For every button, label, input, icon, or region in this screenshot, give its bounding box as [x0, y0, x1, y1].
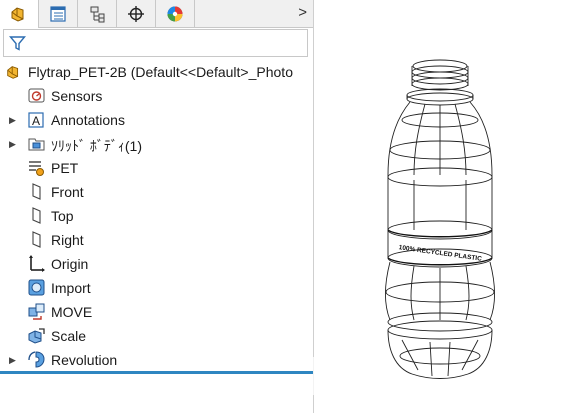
- tree-item-annotations[interactable]: ▶ A Annotations: [0, 109, 313, 131]
- revolve-icon: [28, 351, 45, 368]
- manager-tab-bar: >: [0, 0, 313, 28]
- tree-item-label: Top: [51, 208, 74, 224]
- dimxpert-icon: [128, 5, 144, 22]
- tree-item-revolution[interactable]: ▶ Revolution: [0, 349, 313, 371]
- expand-arrow-icon[interactable]: ▶: [9, 133, 17, 155]
- tree-item-label: Annotations: [51, 112, 125, 128]
- tree-item-top-plane[interactable]: Top: [0, 205, 313, 227]
- tree-item-label: ｿﾘｯﾄﾞ ﾎﾞﾃﾞｨ(1): [51, 138, 142, 154]
- tree-item-import[interactable]: Import: [0, 277, 313, 299]
- tree-item-material[interactable]: PET: [0, 157, 313, 179]
- scale-icon: [28, 328, 45, 344]
- display-manager-icon: [167, 6, 183, 21]
- display-manager-tab[interactable]: [156, 0, 195, 27]
- expand-arrow-icon[interactable]: ▶: [9, 349, 17, 371]
- tree-root-part[interactable]: Flytrap_PET-2B (Default<<Default>_Photo: [5, 62, 293, 82]
- tree-item-scale[interactable]: Scale: [0, 325, 313, 347]
- tree-root-label: Flytrap_PET-2B (Default<<Default>_Photo: [28, 64, 293, 80]
- propertymanager-icon: [50, 5, 66, 22]
- featuremanager-tab[interactable]: [0, 0, 39, 28]
- plane-icon: [32, 231, 41, 248]
- feature-manager-panel: > Flytrap_PET-2B (Default<<Default>_Phot…: [0, 0, 314, 413]
- filter-icon[interactable]: [9, 35, 26, 52]
- tree-item-label: Revolution: [51, 352, 118, 368]
- graphics-viewport[interactable]: 100% RECYCLED PLASTIC: [314, 0, 568, 413]
- material-icon: [29, 161, 44, 176]
- tree-item-sensors[interactable]: Sensors: [0, 85, 313, 107]
- tree-item-front-plane[interactable]: Front: [0, 181, 313, 203]
- tab-scroll-right-button[interactable]: >: [298, 4, 307, 21]
- plane-icon: [32, 183, 41, 200]
- expand-arrow-icon[interactable]: ▶: [9, 109, 17, 131]
- dimxpert-tab[interactable]: [117, 0, 156, 27]
- move-copy-icon: [28, 303, 45, 320]
- tree-item-label: Front: [51, 184, 84, 200]
- tree-item-label: Origin: [51, 256, 89, 272]
- tree-item-label: PET: [51, 160, 79, 176]
- svg-text:A: A: [32, 114, 40, 128]
- tree-item-label: Sensors: [51, 88, 103, 104]
- tree-item-label: Right: [51, 232, 84, 248]
- annotations-icon: A: [28, 112, 44, 128]
- tree-item-solid-bodies[interactable]: ▶ ｿﾘｯﾄﾞ ﾎﾞﾃﾞｨ(1): [0, 133, 313, 155]
- bottle-model: 100% RECYCLED PLASTIC: [385, 59, 495, 379]
- sensors-icon: [28, 88, 45, 103]
- propertymanager-tab[interactable]: [39, 0, 78, 27]
- plane-icon: [32, 207, 41, 224]
- solid-bodies-icon: [28, 138, 45, 151]
- origin-icon: [29, 255, 45, 272]
- part-icon: [7, 66, 19, 79]
- imported-body-icon: [28, 279, 45, 296]
- featuremanager-icon: [11, 7, 24, 22]
- tree-item-label: Scale: [51, 328, 87, 344]
- feature-tree-filter[interactable]: [3, 29, 308, 57]
- bottle-label-text: 100% RECYCLED PLASTIC: [398, 244, 482, 263]
- tree-item-origin[interactable]: Origin: [0, 253, 313, 275]
- rollback-bar[interactable]: [0, 371, 313, 374]
- configurationmanager-icon: [90, 6, 105, 22]
- configurationmanager-tab[interactable]: [78, 0, 117, 27]
- tree-item-label: MOVE: [51, 304, 93, 320]
- tree-item-label: Import: [51, 280, 91, 296]
- tree-item-move[interactable]: MOVE: [0, 301, 313, 323]
- tree-item-right-plane[interactable]: Right: [0, 229, 313, 251]
